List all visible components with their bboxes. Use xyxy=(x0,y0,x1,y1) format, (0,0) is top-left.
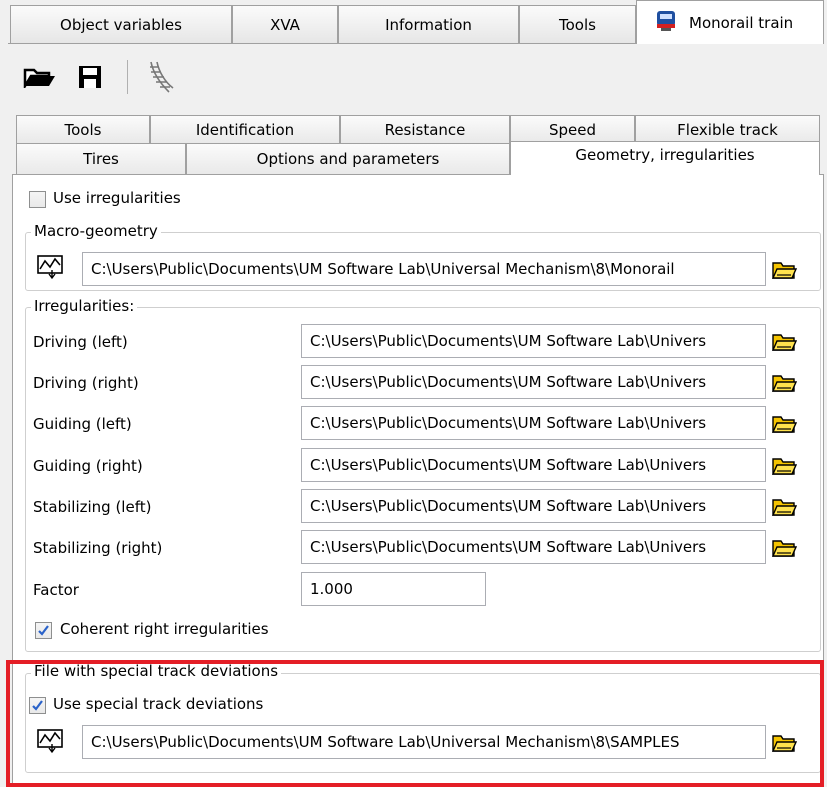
tab-resistance[interactable]: Resistance xyxy=(340,115,510,143)
browse-folder-icon[interactable] xyxy=(769,326,799,356)
path-text: C:\Users\Public\Documents\UM Software La… xyxy=(91,260,675,278)
tab-label: Monorail train xyxy=(689,13,794,32)
browse-folder-icon[interactable] xyxy=(769,408,799,438)
macro-geometry-graph-icon[interactable] xyxy=(36,252,68,282)
browse-folder-icon[interactable] xyxy=(769,532,799,562)
driving-right-path-field[interactable]: C:\Users\Public\Documents\UM Software La… xyxy=(301,365,766,399)
path-text: C:\Users\Public\Documents\UM Software La… xyxy=(310,373,707,391)
driving-left-label: Driving (left) xyxy=(33,333,128,351)
tab-label: Identification xyxy=(195,120,295,139)
stabilizing-right-path-field[interactable]: C:\Users\Public\Documents\UM Software La… xyxy=(301,530,766,564)
tab-label: Geometry, irregularities xyxy=(575,146,755,164)
tab-geometry-irregularities[interactable]: Geometry, irregularities xyxy=(510,141,820,175)
path-text: C:\Users\Public\Documents\UM Software La… xyxy=(310,497,707,515)
macro-geometry-legend: Macro-geometry xyxy=(31,222,161,240)
tab-label: Tools xyxy=(559,15,596,34)
tab-tools[interactable]: Tools xyxy=(519,5,636,43)
stabilizing-left-path-field[interactable]: C:\Users\Public\Documents\UM Software La… xyxy=(301,489,766,523)
tab-identification[interactable]: Identification xyxy=(150,115,340,143)
tab-label: XVA xyxy=(270,15,300,34)
monorail-train-icon xyxy=(655,10,677,36)
tab-tires[interactable]: Tires xyxy=(16,143,186,174)
factor-value: 1.000 xyxy=(310,580,353,598)
tab-object-variables[interactable]: Object variables xyxy=(10,5,232,43)
tab-information[interactable]: Information xyxy=(338,5,519,43)
guiding-left-path-field[interactable]: C:\Users\Public\Documents\UM Software La… xyxy=(301,406,766,440)
use-irregularities-label: Use irregularities xyxy=(53,189,181,207)
tab-label: Tires xyxy=(83,150,119,168)
coherent-checkbox[interactable] xyxy=(35,622,52,639)
tab-options-parameters[interactable]: Options and parameters xyxy=(186,143,510,174)
path-text: C:\Users\Public\Documents\UM Software La… xyxy=(310,538,707,556)
path-text: C:\Users\Public\Documents\UM Software La… xyxy=(310,456,707,474)
stabilizing-left-label: Stabilizing (left) xyxy=(33,498,152,516)
tab-monorail-train[interactable]: Monorail train xyxy=(636,0,824,44)
guiding-right-label: Guiding (right) xyxy=(33,457,143,475)
tab-flexible-track[interactable]: Flexible track xyxy=(635,115,820,143)
tab-label: Information xyxy=(385,15,472,34)
tab-label: Options and parameters xyxy=(256,150,440,168)
highlight-box xyxy=(6,660,824,787)
guiding-right-path-field[interactable]: C:\Users\Public\Documents\UM Software La… xyxy=(301,448,766,482)
factor-input[interactable]: 1.000 xyxy=(301,572,486,606)
toolbar-separator xyxy=(127,60,128,94)
irregularities-legend: Irregularities: xyxy=(31,297,138,315)
browse-folder-icon[interactable] xyxy=(769,367,799,397)
tab-label: Flexible track xyxy=(677,120,778,139)
track-icon[interactable] xyxy=(140,60,180,94)
driving-left-path-field[interactable]: C:\Users\Public\Documents\UM Software La… xyxy=(301,324,766,358)
browse-folder-icon[interactable] xyxy=(769,491,799,521)
save-icon[interactable] xyxy=(70,60,110,94)
tab-label: Speed xyxy=(548,120,597,139)
stabilizing-right-label: Stabilizing (right) xyxy=(33,539,163,557)
path-text: C:\Users\Public\Documents\UM Software La… xyxy=(310,414,707,432)
guiding-left-label: Guiding (left) xyxy=(33,415,132,433)
checkmark-icon xyxy=(38,625,49,636)
open-folder-icon[interactable] xyxy=(20,60,60,94)
tab-label: Object variables xyxy=(60,15,182,34)
path-text: C:\Users\Public\Documents\UM Software La… xyxy=(310,332,707,350)
browse-folder-icon[interactable] xyxy=(769,254,799,284)
factor-label: Factor xyxy=(33,581,79,599)
coherent-label: Coherent right irregularities xyxy=(60,620,269,638)
browse-folder-icon[interactable] xyxy=(769,450,799,480)
tab-inner-tools[interactable]: Tools xyxy=(16,115,150,143)
tab-xva[interactable]: XVA xyxy=(232,5,338,43)
macro-geometry-path-field[interactable]: C:\Users\Public\Documents\UM Software La… xyxy=(82,252,766,286)
use-irregularities-checkbox[interactable] xyxy=(29,191,46,208)
tab-speed[interactable]: Speed xyxy=(510,115,635,143)
driving-right-label: Driving (right) xyxy=(33,374,139,392)
tab-label: Resistance xyxy=(384,120,466,139)
tab-label: Tools xyxy=(64,120,102,139)
